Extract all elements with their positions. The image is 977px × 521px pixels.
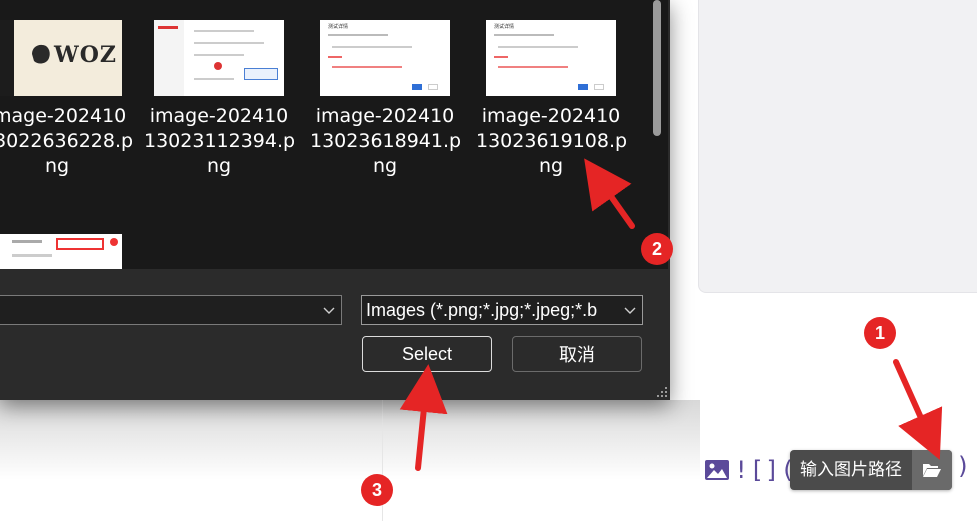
file-name: image-202410 13023619108.p ng xyxy=(476,105,628,177)
select-button[interactable]: Select xyxy=(362,336,492,372)
file-name: image-202410 13022636228.p ng xyxy=(0,105,134,177)
chevron-down-icon xyxy=(624,307,636,314)
file-type-value: Images (*.png;*.jpg;*.jpeg;*.b xyxy=(366,300,598,320)
file-thumbnail: WOZ xyxy=(0,20,122,96)
file-thumbnail: 测试详情 xyxy=(320,20,450,96)
thumbnail-title: 测试详情 xyxy=(328,24,349,30)
dialog-footer xyxy=(0,269,670,400)
file-open-dialog: WOZ image-202410 13022636228.p ng image-… xyxy=(0,0,670,400)
image-path-tooltip: 输入图片路径 xyxy=(790,450,952,490)
image-icon xyxy=(705,460,729,480)
file-thumbnail xyxy=(154,20,284,96)
file-name-combobox[interactable] xyxy=(0,295,342,325)
file-list[interactable]: WOZ image-202410 13022636228.p ng image-… xyxy=(0,0,668,269)
folder-open-icon xyxy=(923,464,941,477)
annotation-badge-2: 2 xyxy=(641,233,673,265)
preview-panel xyxy=(698,0,977,293)
scrollbar-thumb[interactable] xyxy=(653,0,661,136)
markdown-syntax: ![]( xyxy=(734,456,796,484)
lion-logo-icon xyxy=(32,44,50,64)
resize-grip-icon[interactable] xyxy=(656,386,668,398)
logo-text: WOZ xyxy=(54,42,117,68)
file-thumbnail: 测试详情 xyxy=(486,20,616,96)
markdown-close-paren: ) xyxy=(956,452,971,480)
dialog-shadow xyxy=(0,400,700,480)
open-folder-button[interactable] xyxy=(912,450,952,490)
file-name: image-202410 13023618941.p ng xyxy=(310,105,462,177)
annotation-badge-1: 1 xyxy=(864,317,896,349)
thumbnail-title: 测试详情 xyxy=(494,24,515,30)
file-type-combobox[interactable]: Images (*.png;*.jpg;*.jpeg;*.b xyxy=(361,295,643,325)
chevron-down-icon xyxy=(323,307,335,314)
annotation-badge-3: 3 xyxy=(361,474,393,506)
tooltip-label: 输入图片路径 xyxy=(800,460,902,480)
markdown-image-line: ![]( xyxy=(704,452,796,488)
file-name: image-202410 13023112394.p ng xyxy=(144,105,296,177)
cancel-button[interactable]: 取消 xyxy=(512,336,642,372)
file-thumbnail xyxy=(0,234,122,269)
